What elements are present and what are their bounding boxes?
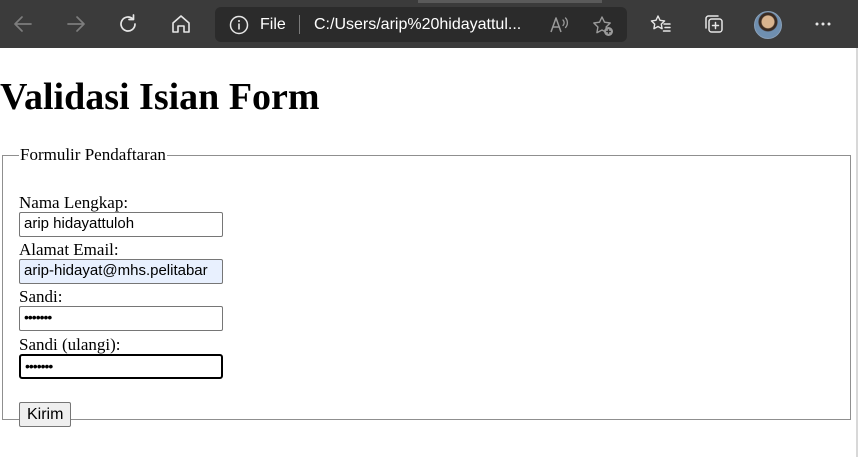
address-url[interactable]: C:/Users/arip%20hidayattul... [314, 15, 532, 34]
collections-button[interactable] [698, 8, 730, 40]
favorites-icon [650, 15, 671, 32]
password-repeat-label: Sandi (ulangi): [19, 335, 121, 354]
address-scheme: File [260, 16, 286, 33]
info-icon[interactable] [229, 15, 249, 35]
back-icon [14, 16, 32, 32]
more-button[interactable] [807, 8, 839, 40]
browser-toolbar: File C:/Users/arip%20hidayattul... [0, 0, 858, 48]
registration-form: Formulir Pendaftaran Nama Lengkap: arip … [2, 145, 851, 427]
refresh-button[interactable] [112, 8, 144, 40]
refresh-icon [120, 14, 136, 32]
active-tab-edge [418, 0, 602, 3]
home-button[interactable] [165, 8, 197, 40]
read-aloud-icon[interactable] [548, 14, 570, 36]
page-title: Validasi Isian Form [0, 76, 320, 118]
more-icon [815, 22, 831, 26]
back-button[interactable] [7, 8, 39, 40]
forward-icon [67, 16, 85, 32]
collections-icon [705, 15, 723, 33]
email-field[interactable]: arip-hidayat@mhs.pelitabar [19, 259, 223, 284]
password-label: Sandi: [19, 287, 63, 306]
address-separator [299, 15, 300, 34]
password-repeat-field[interactable]: ••••••• [19, 354, 223, 379]
password-field[interactable]: ••••••• [19, 306, 223, 331]
form-legend: Formulir Pendaftaran [20, 145, 166, 164]
forward-button[interactable] [60, 8, 92, 40]
name-field[interactable]: arip hidayattuloh [19, 212, 223, 237]
address-bar[interactable]: File C:/Users/arip%20hidayattul... [215, 7, 627, 42]
favorites-button[interactable] [645, 8, 677, 40]
home-icon [172, 15, 190, 33]
add-favorite-icon[interactable] [591, 14, 615, 38]
email-label: Alamat Email: [19, 240, 119, 259]
submit-button[interactable]: Kirim [19, 402, 72, 427]
profile-avatar[interactable] [754, 11, 782, 39]
name-label: Nama Lengkap: [19, 193, 129, 212]
